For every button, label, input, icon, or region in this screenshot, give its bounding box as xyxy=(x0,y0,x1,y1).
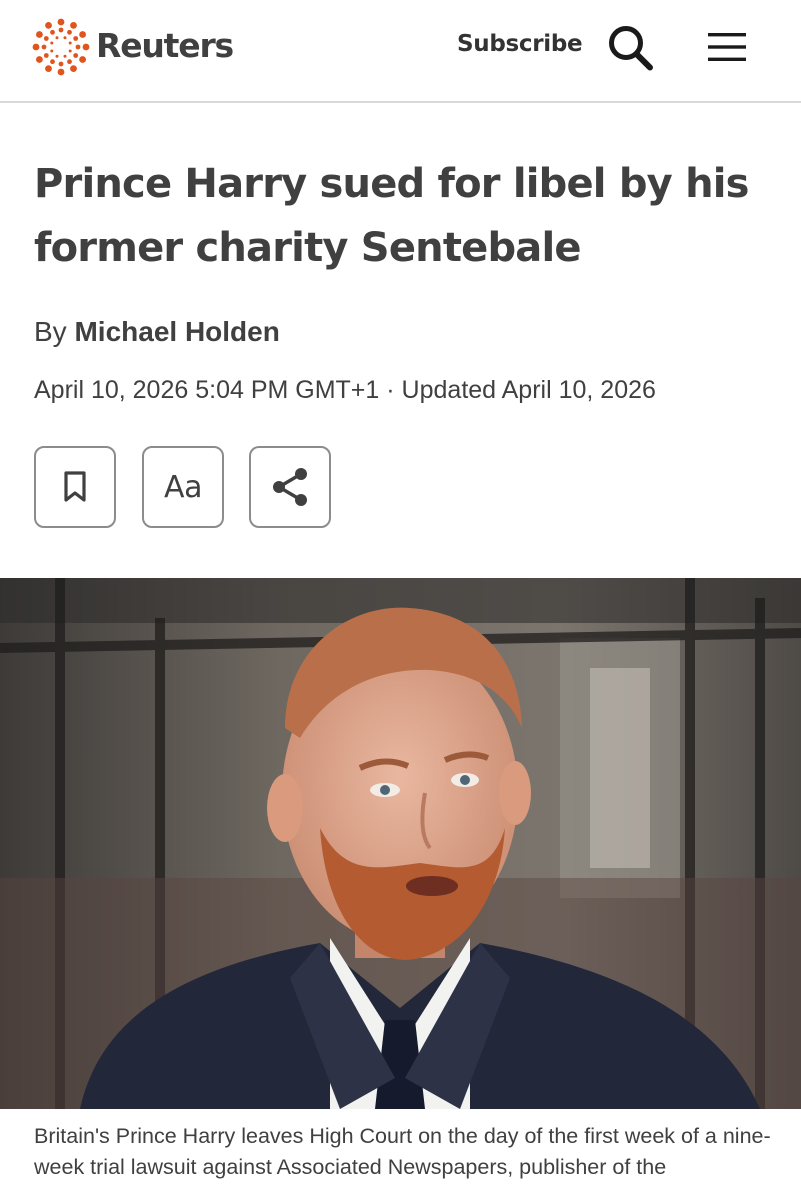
text-size-label: Aa xyxy=(164,469,202,505)
updated-time: Updated April 10, 2026 xyxy=(401,376,656,404)
author-link[interactable]: Michael Holden xyxy=(74,316,279,347)
article-photo[interactable] xyxy=(0,578,801,1109)
bookmark-button[interactable] xyxy=(34,446,116,528)
article-headline: Prince Harry sued for libel by his forme… xyxy=(34,161,749,271)
subscribe-link[interactable]: Subscribe xyxy=(457,31,583,57)
share-button[interactable] xyxy=(249,446,331,528)
dateline-separator: · xyxy=(386,376,395,404)
hamburger-menu-icon[interactable] xyxy=(706,30,748,64)
photo-caption: Britain's Prince Harry leaves High Court… xyxy=(34,1124,771,1179)
brand-wordmark[interactable]: Reuters xyxy=(96,26,234,65)
site-header: Reuters Subscribe xyxy=(0,0,801,103)
byline: By Michael Holden xyxy=(34,316,280,348)
search-icon[interactable] xyxy=(604,22,656,74)
share-icon xyxy=(273,468,307,506)
text-size-button[interactable]: Aa xyxy=(142,446,224,528)
published-time: April 10, 2026 5:04 PM GMT+1 xyxy=(34,376,380,404)
dateline: April 10, 2026 5:04 PM GMT+1 · Updated A… xyxy=(34,376,656,405)
byline-prefix: By xyxy=(34,316,67,347)
reuters-logo-icon[interactable] xyxy=(32,18,90,76)
bookmark-icon xyxy=(64,471,86,502)
